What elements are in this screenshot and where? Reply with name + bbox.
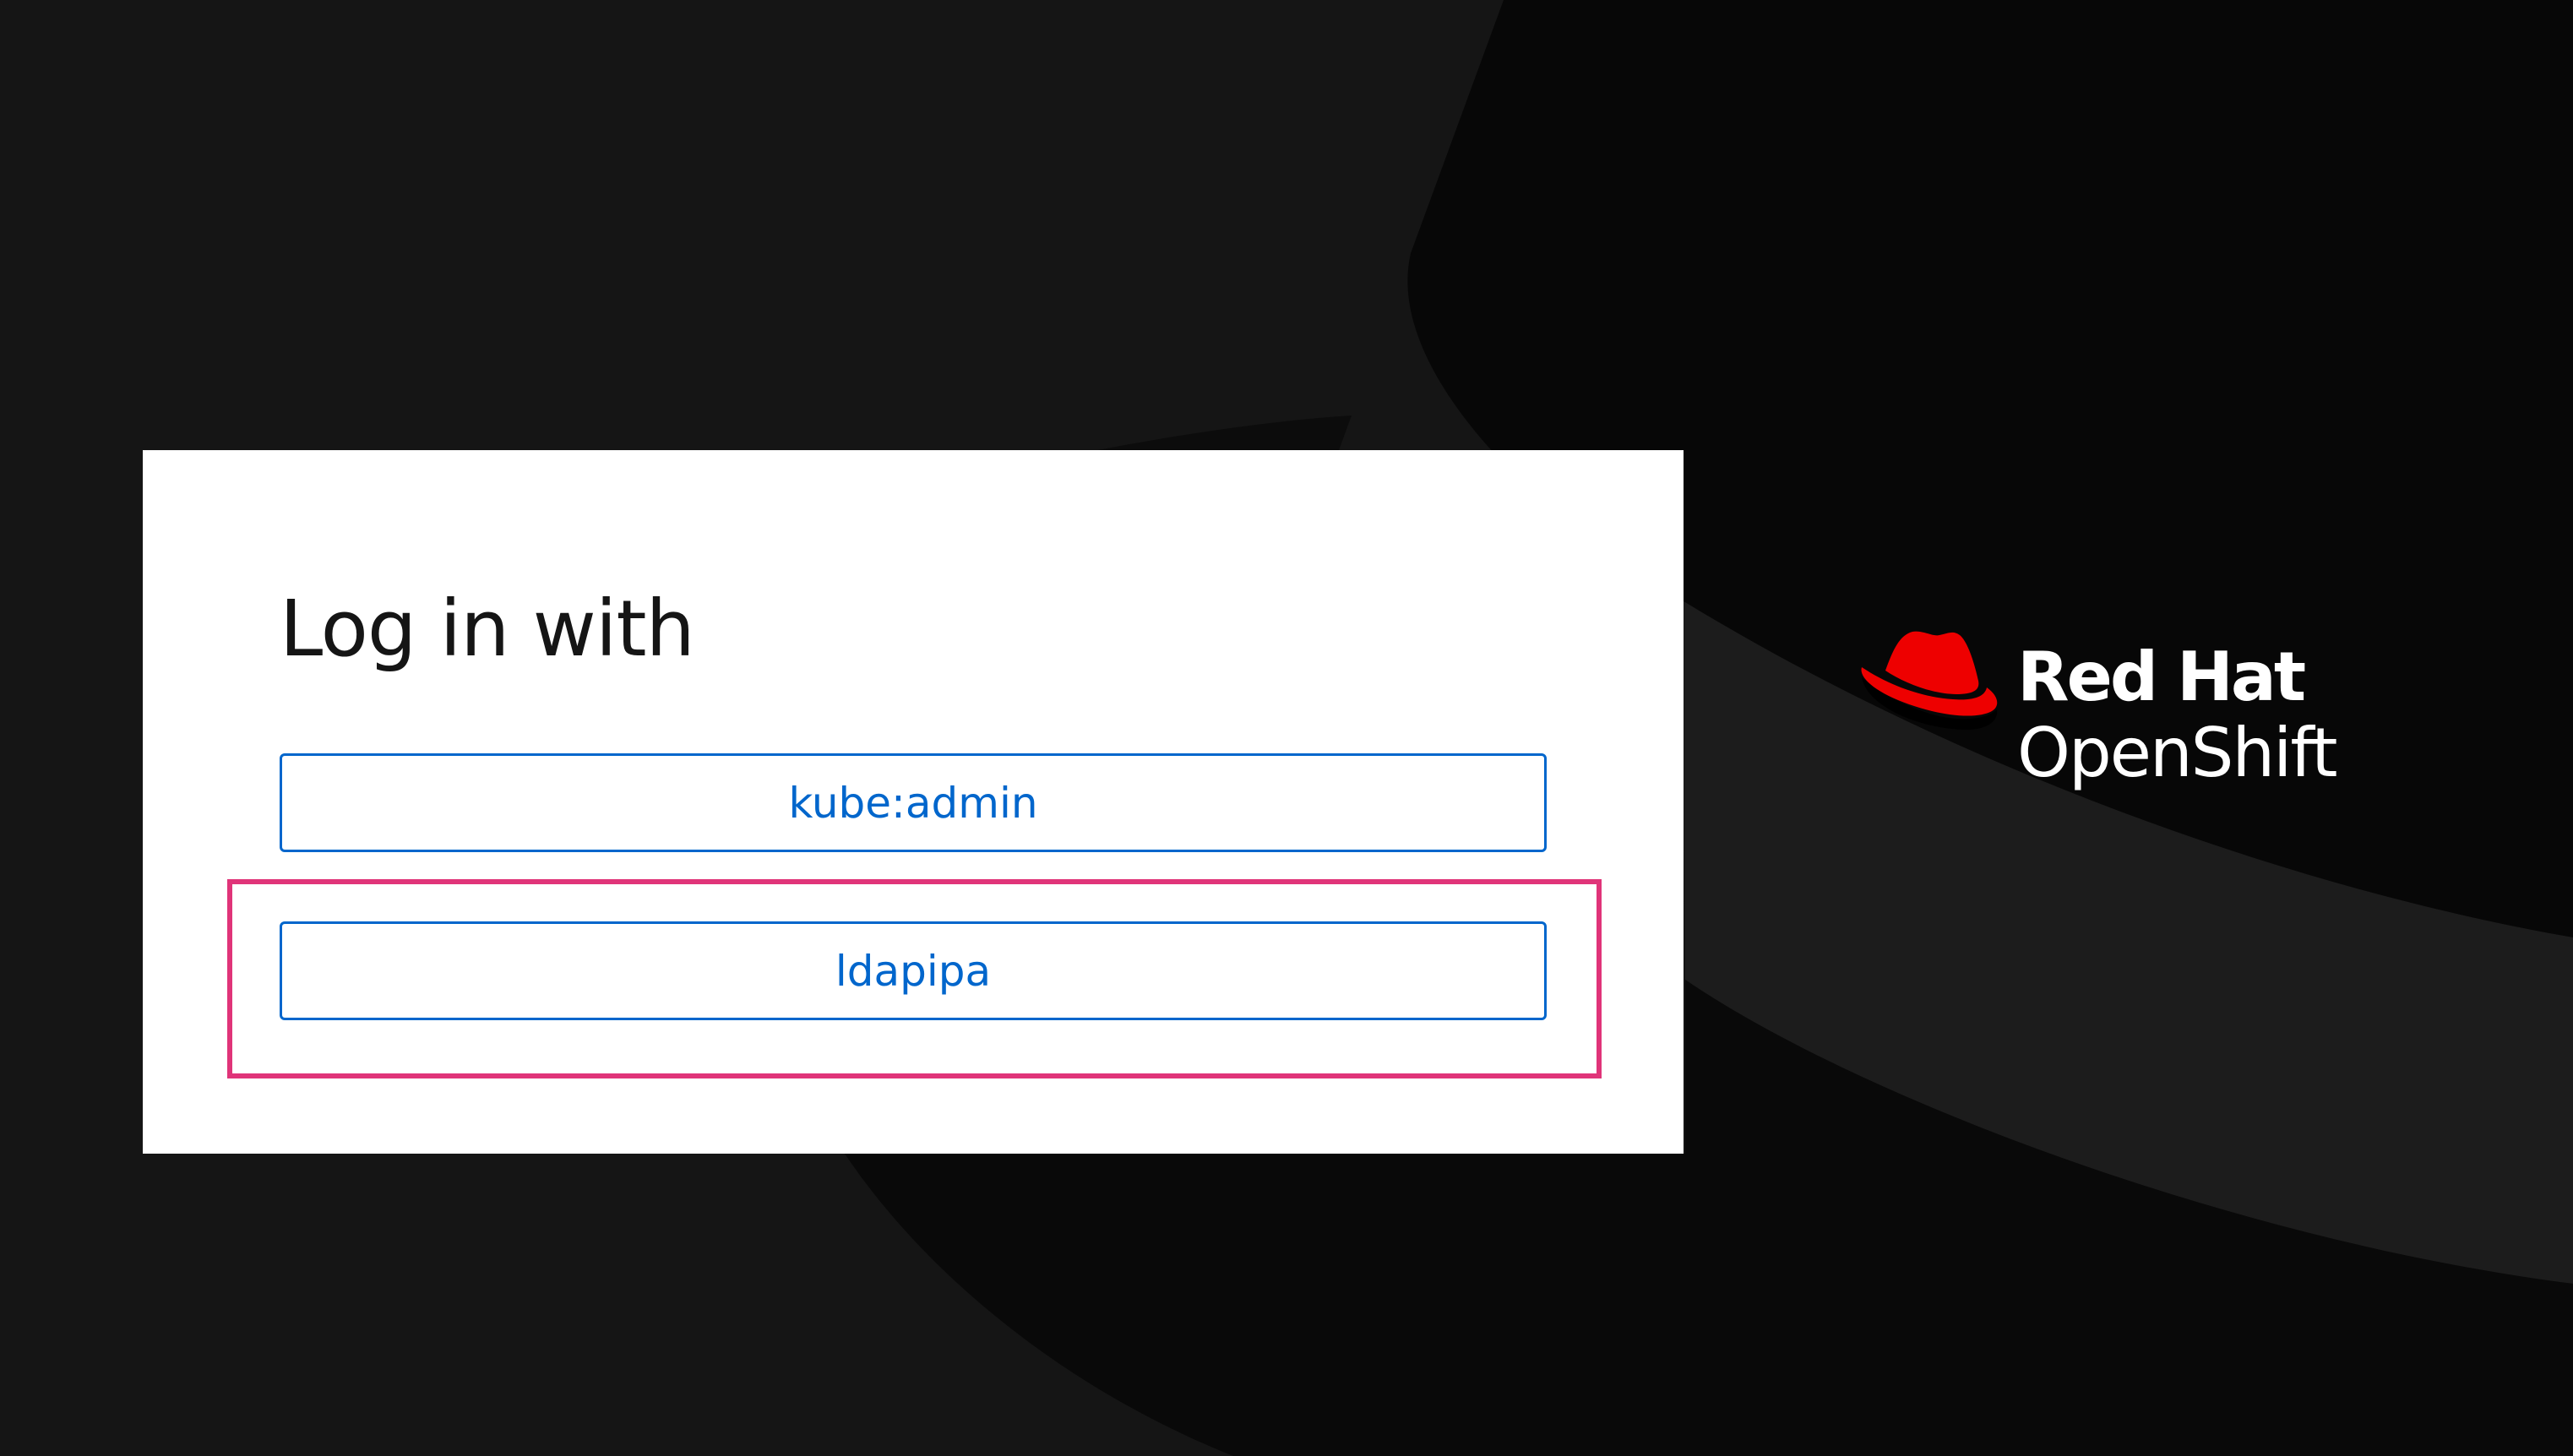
brand-line2: OpenShift [2017,714,2338,792]
login-card: Log in with kube:admin ldapipa [143,450,1684,1154]
red-hat-openshift-logo: Red Hat OpenShift [1858,628,2382,797]
ldapipa-login-button[interactable]: ldapipa [280,921,1547,1020]
brand-line1: Red Hat [2017,638,2306,716]
kube-admin-login-button[interactable]: kube:admin [280,753,1547,852]
login-title: Log in with [280,584,695,674]
red-hat-icon [1861,631,1998,731]
